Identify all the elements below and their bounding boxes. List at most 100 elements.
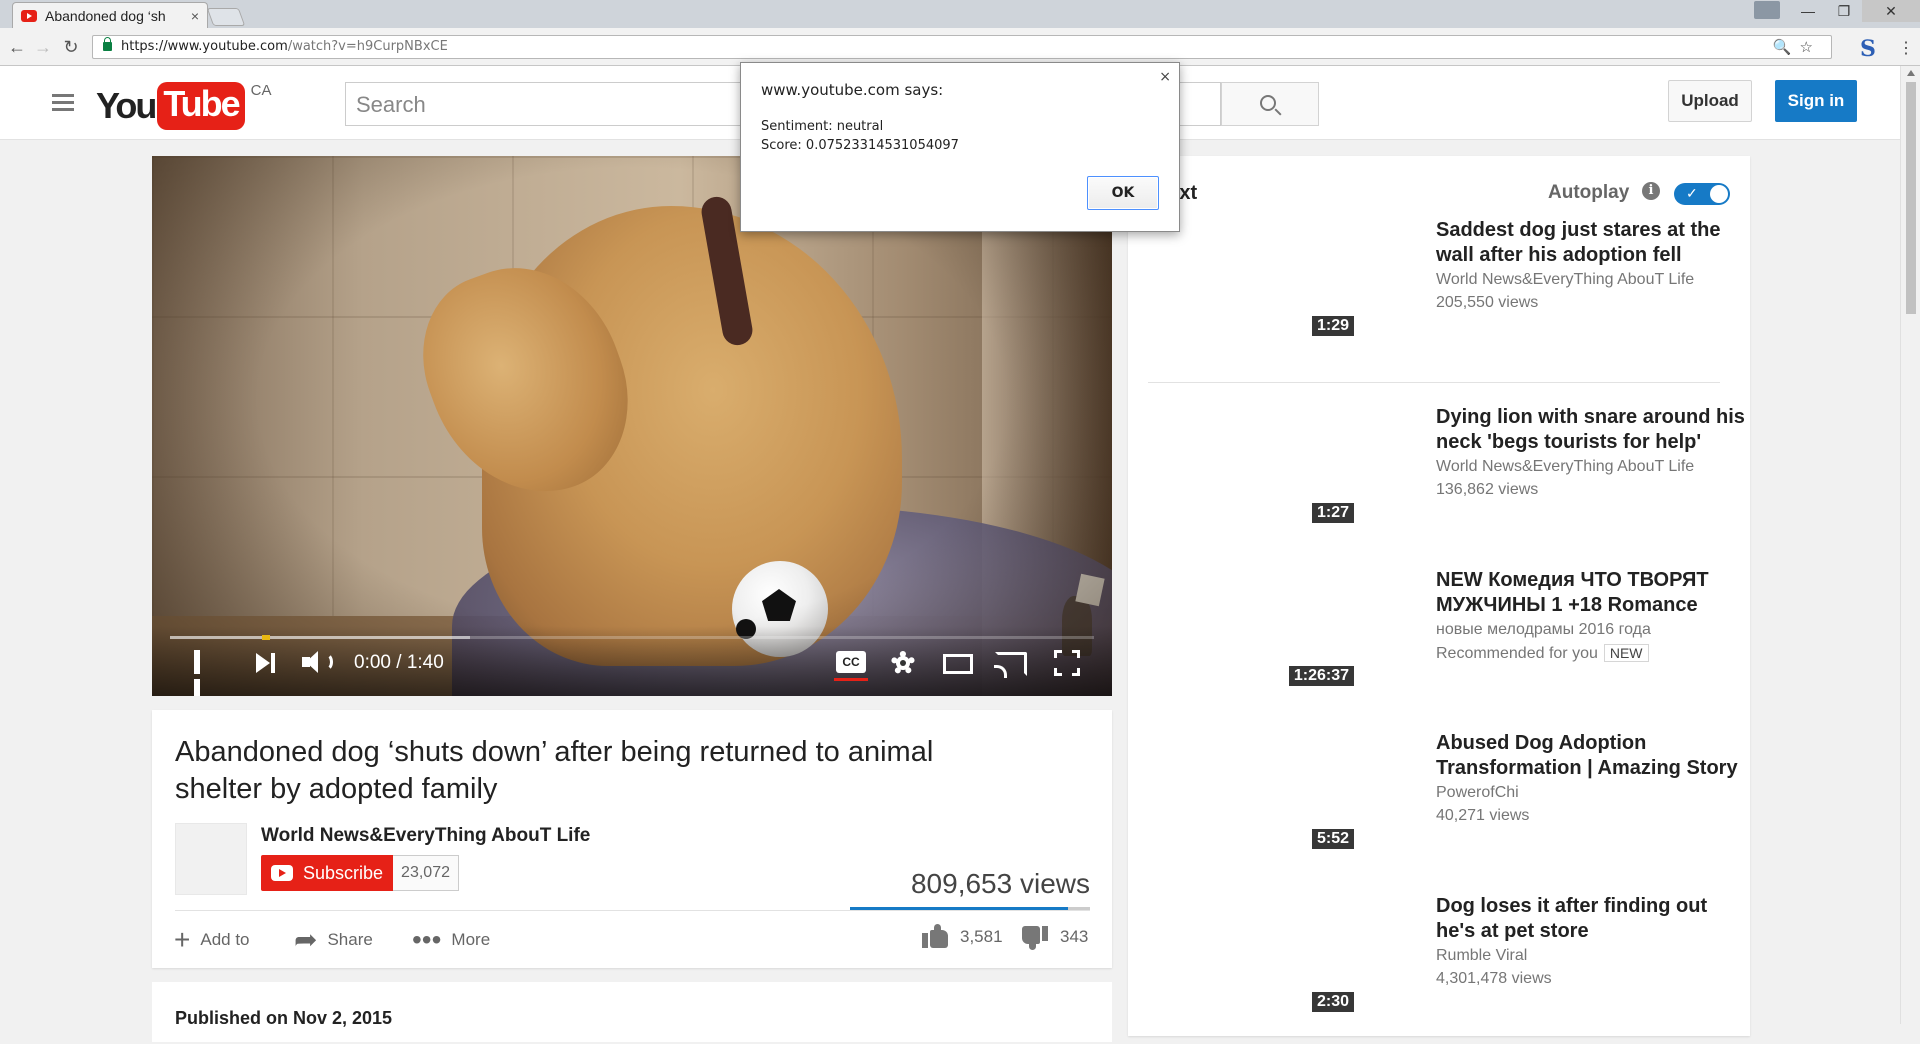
related-video-title[interactable]: Dying lion with snare around his neck 'b… <box>1436 405 1746 455</box>
video-thumbnail[interactable]: 1:27 <box>1148 405 1354 523</box>
video-thumbnail[interactable]: 1:26:37 <box>1148 568 1354 686</box>
divider <box>1148 382 1720 383</box>
browser-toolbar: ← → ↻ https://www.youtube.com/watch?v=h9… <box>0 28 1920 66</box>
youtube-favicon-icon <box>21 9 37 22</box>
like-count: 3,581 <box>960 927 1003 946</box>
cast-icon[interactable] <box>994 652 1027 678</box>
scrollbar-thumb[interactable] <box>1906 82 1916 314</box>
next-video-icon[interactable] <box>256 652 278 674</box>
video-thumbnail[interactable]: 5:52 <box>1148 731 1354 849</box>
window-controls: — ❐ ✕ <box>1754 0 1920 24</box>
publish-date: Published on Nov 2, 2015 <box>152 982 1112 1042</box>
score-line: Score: 0.07523314531054097 <box>761 138 959 153</box>
related-video-item[interactable]: 2:30 Dog loses it after finding out he's… <box>1148 894 1738 1044</box>
youtube-logo[interactable]: You Tube CA <box>96 82 272 130</box>
related-video-item[interactable]: 1:29 Saddest dog just stares at the wall… <box>1148 218 1738 368</box>
captions-button[interactable]: CC <box>836 651 866 673</box>
address-bar[interactable]: https://www.youtube.com/watch?v=h9CurpNB… <box>92 35 1832 59</box>
related-view-count: 205,550 views <box>1436 294 1539 311</box>
scrubber-handle[interactable] <box>262 635 270 640</box>
ok-button[interactable]: OK <box>1087 176 1159 210</box>
sign-in-button[interactable]: Sign in <box>1775 80 1857 122</box>
video-thumbnail[interactable]: 2:30 <box>1148 894 1354 1012</box>
captions-active-indicator <box>834 678 868 681</box>
fullscreen-icon[interactable] <box>1054 650 1080 676</box>
zoom-and-bookmark-icon[interactable]: 🔍☆ <box>1773 38 1821 56</box>
add-to-button[interactable]: + Add to <box>174 924 250 955</box>
dislike-count: 343 <box>1060 927 1089 946</box>
lock-icon <box>103 37 112 51</box>
related-video-title[interactable]: Saddest dog just stares at the wall afte… <box>1436 218 1746 268</box>
duration-badge: 2:30 <box>1311 992 1354 1012</box>
related-video-title[interactable]: NEW Комедия ЧТО ТВОРЯТ МУЖЧИНЫ 1 +18 Rom… <box>1436 568 1746 618</box>
region-code: CA <box>250 82 272 99</box>
share-button[interactable]: ➦ Share <box>294 924 373 955</box>
thumbs-down-icon <box>1022 924 1048 950</box>
theater-mode-icon[interactable] <box>943 654 973 674</box>
view-count: 809,653 views <box>910 868 1090 899</box>
restore-button[interactable]: ❐ <box>1826 0 1862 22</box>
related-recommended-label: Recommended for you NEW <box>1436 644 1649 663</box>
close-window-button[interactable]: ✕ <box>1862 0 1920 22</box>
subscriber-count: 23,072 <box>393 855 459 891</box>
like-button[interactable]: 3,581 <box>922 924 1003 950</box>
settings-gear-icon[interactable] <box>890 650 916 676</box>
channel-name-link[interactable]: World News&EveryThing AbouT Life <box>261 825 590 847</box>
search-button[interactable] <box>1221 82 1319 126</box>
progress-bar[interactable] <box>170 635 1094 640</box>
dislike-button[interactable]: 343 <box>1022 924 1088 950</box>
dialog-close-icon[interactable]: × <box>1159 69 1171 85</box>
related-view-count: 136,862 views <box>1436 481 1539 498</box>
related-video-item[interactable]: 1:26:37 NEW Комедия ЧТО ТВОРЯТ МУЖЧИНЫ 1… <box>1148 568 1738 718</box>
extension-s-icon[interactable]: S <box>1860 36 1876 62</box>
video-thumbnail[interactable]: 1:29 <box>1148 218 1354 336</box>
divider <box>175 910 1090 911</box>
pause-icon[interactable] <box>194 650 214 696</box>
related-video-title[interactable]: Dog loses it after finding out he's at p… <box>1436 894 1746 944</box>
sentiment-line: Sentiment: neutral <box>761 119 884 134</box>
related-view-count: 40,271 views <box>1436 807 1530 824</box>
subscribe-button[interactable]: Subscribe 23,072 <box>261 855 459 891</box>
related-video-item[interactable]: 5:52 Abused Dog Adoption Transformation … <box>1148 731 1738 881</box>
related-video-title[interactable]: Abused Dog Adoption Transformation | Ama… <box>1436 731 1746 781</box>
forward-arrow-icon[interactable]: → <box>32 37 54 58</box>
upload-button[interactable]: Upload <box>1668 80 1752 122</box>
related-view-count: 4,301,478 views <box>1436 970 1552 987</box>
related-sidebar: next Autoplay i ✓ 1:29 Saddest dog just … <box>1128 156 1750 1036</box>
minimize-button[interactable]: — <box>1790 0 1826 22</box>
tab-close-icon[interactable]: × <box>191 8 199 24</box>
guide-menu-icon[interactable] <box>52 94 74 115</box>
share-arrow-icon: ➦ <box>294 924 318 955</box>
back-arrow-icon[interactable]: ← <box>6 37 28 58</box>
subscribe-label: Subscribe <box>303 862 384 883</box>
page-scrollbar[interactable] <box>1900 66 1920 1024</box>
duration-badge: 1:29 <box>1311 316 1354 336</box>
related-channel-name: PowerofChi <box>1436 784 1519 801</box>
related-channel-name: World News&EveryThing AbouT Life <box>1436 271 1695 288</box>
more-button[interactable]: ••• More <box>412 926 490 954</box>
browser-menu-icon[interactable]: ⋮ <box>1898 38 1914 58</box>
logo-you: You <box>96 85 157 126</box>
plus-icon: + <box>174 924 191 955</box>
profile-icon[interactable] <box>1754 1 1780 19</box>
related-channel-name: World News&EveryThing AbouT Life <box>1436 458 1695 475</box>
info-icon[interactable]: i <box>1642 182 1660 200</box>
related-video-item[interactable]: 1:27 Dying lion with snare around his ne… <box>1148 405 1745 555</box>
channel-avatar[interactable] <box>175 823 247 895</box>
related-channel-name: Rumble Viral <box>1436 947 1528 964</box>
video-frame <box>152 156 1112 696</box>
reload-icon[interactable]: ↻ <box>60 37 82 58</box>
youtube-play-icon <box>271 865 293 881</box>
dialog-message: Sentiment: neutral Score: 0.075233145310… <box>761 117 959 155</box>
video-title: Abandoned dog ‘shuts down’ after being r… <box>175 736 934 805</box>
tab-strip: Abandoned dog ‘sh × — ❐ ✕ <box>0 0 1920 28</box>
volume-icon[interactable] <box>302 650 334 674</box>
related-channel-name: новые мелодрамы 2016 года <box>1436 621 1651 638</box>
scroll-up-arrow-icon[interactable] <box>1907 70 1915 76</box>
autoplay-toggle[interactable]: ✓ <box>1674 183 1730 205</box>
video-player[interactable]: 0:00 / 1:40 CC <box>152 156 1112 696</box>
browser-tab[interactable]: Abandoned dog ‘sh × <box>12 2 208 28</box>
check-icon: ✓ <box>1686 185 1698 201</box>
url-host: https://www.youtube.com <box>121 39 288 54</box>
new-tab-button[interactable] <box>206 8 246 26</box>
